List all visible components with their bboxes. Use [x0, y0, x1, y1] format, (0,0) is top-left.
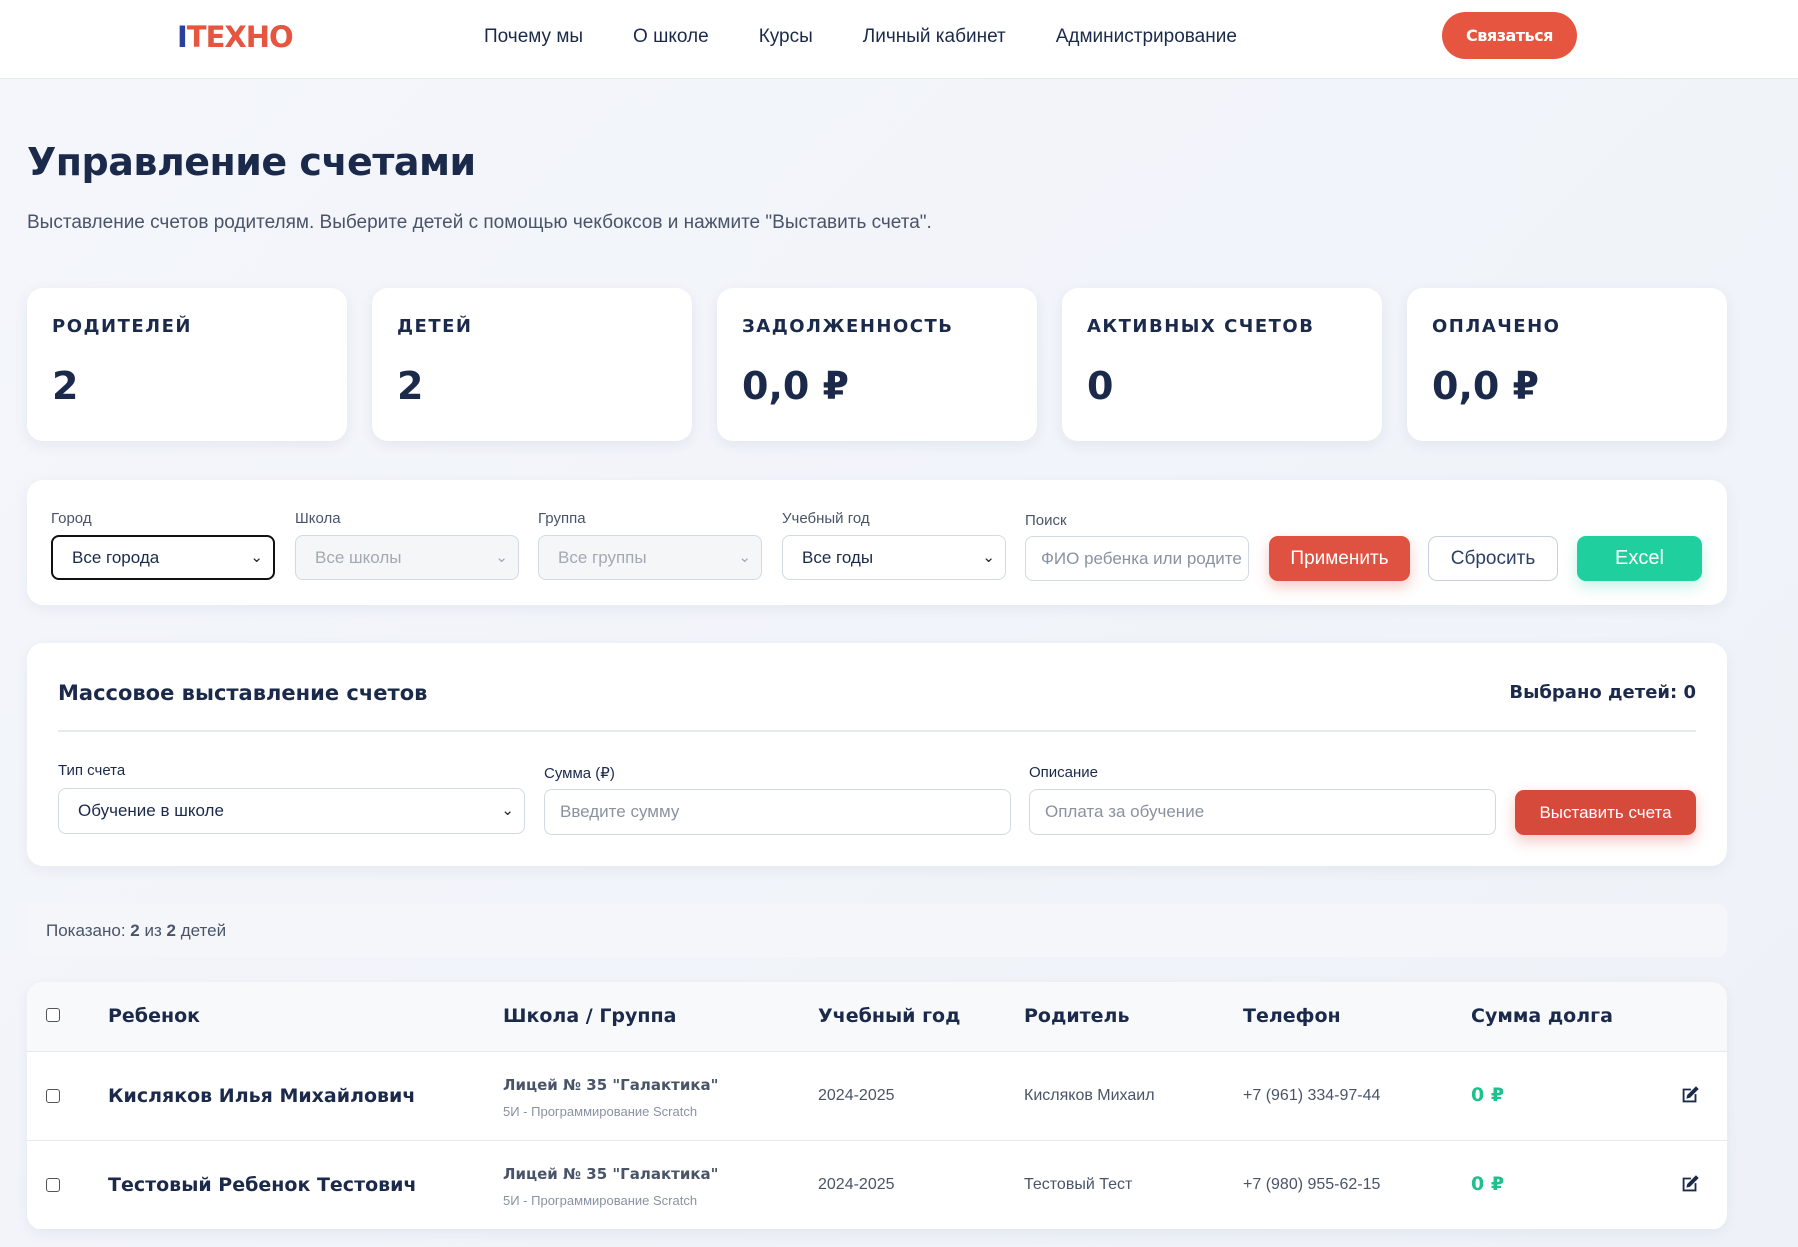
nav-courses[interactable]: Курсы [759, 24, 813, 50]
debt-amount: 0 ₽ [1471, 1084, 1505, 1106]
invoice-type-label: Тип счета [58, 762, 126, 779]
top-header: ITEXHO Почему мы О школе Курсы Личный ка… [0, 0, 1798, 79]
select-all-checkbox[interactable] [46, 1008, 60, 1022]
child-name: Кисляков Илья Михайлович [108, 1085, 416, 1107]
phone: +7 (961) 334-97-44 [1243, 1087, 1381, 1104]
chevron-down-icon: ⌄ [501, 802, 514, 819]
column-header-debt: Сумма долга [1471, 1005, 1613, 1027]
row-checkbox[interactable] [46, 1089, 60, 1103]
city-select-value: Все города [72, 548, 160, 567]
school-label: Школа [295, 510, 341, 527]
school-select-value: Все школы [315, 548, 402, 567]
table-row: Кисляков Илья Михайлович Лицей № 35 "Гал… [27, 1052, 1727, 1141]
stat-card-paid: ОПЛАЧЕНО 0,0 ₽ [1407, 288, 1727, 441]
reset-button[interactable]: Сбросить [1428, 536, 1558, 581]
table-row: Тестовый Ребенок Тестович Лицей № 35 "Га… [27, 1141, 1727, 1230]
chevron-down-icon: ⌄ [738, 549, 751, 566]
table-header: Ребенок Школа / Группа Учебный год Родит… [27, 982, 1727, 1052]
child-name: Тестовый Ребенок Тестович [108, 1174, 417, 1196]
excel-button[interactable]: Excel [1577, 536, 1702, 581]
showing-count: Показано: 2 из 2 детей [27, 904, 1727, 957]
column-header-school-group: Школа / Группа [503, 1005, 677, 1027]
nav-about-school[interactable]: О школе [633, 24, 709, 50]
year-select-value: Все годы [802, 548, 874, 567]
school-select[interactable]: Все школы ⌄ [295, 535, 519, 580]
stat-value: 0,0 ₽ [1432, 364, 1539, 408]
logo[interactable]: ITEXHO [177, 20, 294, 54]
stat-card-active-invoices: АКТИВНЫХ СЧЕТОВ 0 [1062, 288, 1382, 441]
stat-label: ЗАДОЛЖЕННОСТЬ [742, 316, 954, 337]
selected-count: Выбрано детей: 0 [1509, 682, 1696, 703]
parent-name: Тестовый Тест [1024, 1176, 1133, 1193]
stat-card-children: ДЕТЕЙ 2 [372, 288, 692, 441]
row-checkbox[interactable] [46, 1178, 60, 1192]
edit-icon[interactable] [1679, 1084, 1701, 1106]
nav-personal-account[interactable]: Личный кабинет [863, 24, 1006, 50]
stat-label: ДЕТЕЙ [397, 316, 473, 337]
search-input[interactable]: ФИО ребенка или родите [1025, 536, 1249, 581]
academic-year: 2024-2025 [818, 1176, 895, 1193]
city-select[interactable]: Все города ⌄ [51, 535, 275, 580]
year-select[interactable]: Все годы ⌄ [782, 535, 1006, 580]
school-name: Лицей № 35 "Галактика" [503, 1165, 719, 1183]
group-select[interactable]: Все группы ⌄ [538, 535, 762, 580]
stat-label: ОПЛАЧЕНО [1432, 316, 1561, 337]
mass-billing-title: Массовое выставление счетов [58, 681, 428, 705]
description-input[interactable]: Оплата за обучение [1029, 789, 1496, 835]
filters-panel: Город Все города ⌄ Школа Все школы ⌄ Гру… [27, 480, 1727, 605]
column-header-parent: Родитель [1024, 1005, 1130, 1027]
stat-value: 0,0 ₽ [742, 364, 849, 408]
description-label: Описание [1029, 764, 1099, 781]
amount-input[interactable]: Введите сумму [544, 789, 1011, 835]
amount-label: Сумма (₽) [544, 765, 615, 782]
page-title: Управление счетами [27, 140, 476, 184]
stat-card-parents: РОДИТЕЛЕЙ 2 [27, 288, 347, 441]
stat-value: 2 [397, 364, 424, 408]
group-label: Группа [538, 510, 586, 527]
chevron-down-icon: ⌄ [250, 549, 263, 566]
issue-invoices-button[interactable]: Выставить счета [1515, 790, 1696, 835]
invoice-type-value: Обучение в школе [78, 801, 224, 820]
edit-icon[interactable] [1679, 1173, 1701, 1195]
apply-button[interactable]: Применить [1269, 536, 1410, 581]
chevron-down-icon: ⌄ [495, 549, 508, 566]
invoice-type-select[interactable]: Обучение в школе ⌄ [58, 788, 525, 834]
phone: +7 (980) 955-62-15 [1243, 1176, 1381, 1193]
stat-label: АКТИВНЫХ СЧЕТОВ [1087, 316, 1315, 337]
stat-label: РОДИТЕЛЕЙ [52, 316, 192, 337]
children-table: Ребенок Школа / Группа Учебный год Родит… [27, 982, 1727, 1230]
search-label: Поиск [1025, 512, 1067, 529]
academic-year: 2024-2025 [818, 1087, 895, 1104]
debt-amount: 0 ₽ [1471, 1173, 1505, 1195]
school-name: Лицей № 35 "Галактика" [503, 1076, 719, 1094]
year-label: Учебный год [782, 510, 870, 527]
column-header-year: Учебный год [818, 1005, 961, 1027]
column-header-phone: Телефон [1243, 1005, 1341, 1027]
stat-value: 0 [1087, 364, 1114, 408]
stat-value: 2 [52, 364, 79, 408]
parent-name: Кисляков Михаил [1024, 1087, 1155, 1104]
group-select-value: Все группы [558, 548, 647, 567]
column-header-child: Ребенок [108, 1005, 201, 1027]
stat-card-debt: ЗАДОЛЖЕННОСТЬ 0,0 ₽ [717, 288, 1037, 441]
group-name: 5И - Программирование Scratch [503, 1104, 698, 1119]
main-nav: Почему мы О школе Курсы Личный кабинет А… [484, 24, 1287, 50]
nav-why-us[interactable]: Почему мы [484, 24, 583, 50]
mass-billing-panel: Массовое выставление счетов Выбрано дете… [27, 643, 1727, 866]
chevron-down-icon: ⌄ [982, 549, 995, 566]
stats-row: РОДИТЕЛЕЙ 2 ДЕТЕЙ 2 ЗАДОЛЖЕННОСТЬ 0,0 ₽ … [27, 288, 1727, 441]
nav-administration[interactable]: Администрирование [1056, 24, 1237, 50]
city-label: Город [51, 510, 92, 527]
group-name: 5И - Программирование Scratch [503, 1193, 698, 1208]
contact-button[interactable]: Связаться [1442, 12, 1577, 59]
divider [58, 730, 1696, 732]
page-subtitle: Выставление счетов родителям. Выберите д… [27, 212, 932, 233]
